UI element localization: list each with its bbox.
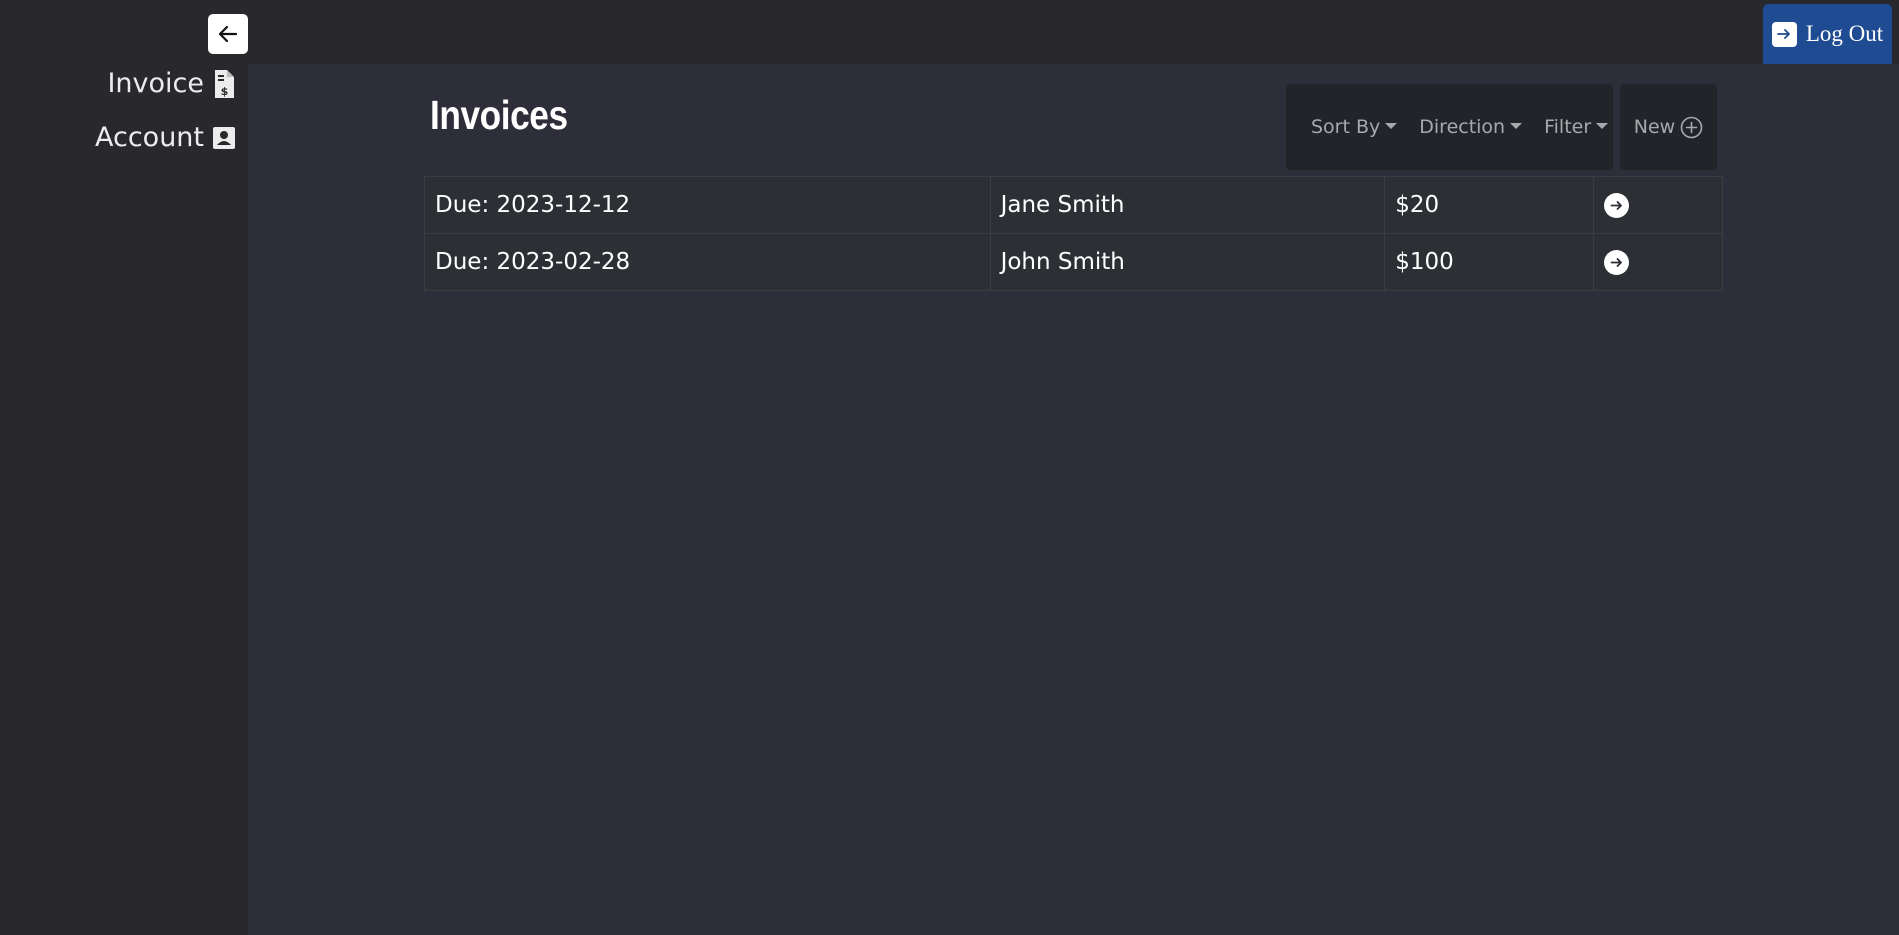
invoice-dollar-icon: $ bbox=[215, 69, 234, 98]
top-bar bbox=[0, 0, 1899, 64]
due-date-cell: Due: 2023-12-12 bbox=[424, 176, 991, 234]
action-cell bbox=[1593, 176, 1723, 234]
filter-dropdown[interactable]: Filter bbox=[1544, 116, 1609, 138]
direction-dropdown[interactable]: Direction bbox=[1419, 116, 1523, 138]
open-invoice-arrow-icon[interactable] bbox=[1604, 249, 1630, 275]
open-invoice-arrow-icon[interactable] bbox=[1604, 192, 1630, 218]
logout-button[interactable]: Log Out bbox=[1763, 4, 1892, 64]
amount-cell: $100 bbox=[1384, 233, 1595, 291]
due-date-cell: Due: 2023-02-28 bbox=[424, 233, 991, 291]
caret-down-icon bbox=[1596, 123, 1609, 129]
caret-down-icon bbox=[1510, 123, 1523, 129]
arrow-left-icon bbox=[218, 25, 238, 43]
customer-name-cell: Jane Smith bbox=[989, 176, 1386, 234]
sidebar bbox=[0, 64, 248, 935]
amount-cell: $20 bbox=[1384, 176, 1595, 234]
caret-down-icon bbox=[1385, 123, 1398, 129]
page-title: Invoices bbox=[430, 92, 568, 138]
sidebar-item-invoice[interactable]: Invoice $ bbox=[0, 68, 235, 99]
action-cell bbox=[1593, 233, 1723, 291]
sidebar-item-account[interactable]: Account bbox=[0, 122, 235, 153]
sidebar-item-label: Account bbox=[94, 122, 204, 153]
sort-by-label: Sort By bbox=[1311, 116, 1381, 138]
filter-label: Filter bbox=[1544, 116, 1592, 138]
sort-by-dropdown[interactable]: Sort By bbox=[1311, 116, 1398, 138]
invoice-table: Due: 2023-12-12 Jane Smith $20 Due: 2023… bbox=[424, 176, 1723, 291]
list-controls: Sort By Direction Filter bbox=[1286, 84, 1613, 170]
table-row: Due: 2023-02-28 John Smith $100 bbox=[424, 233, 1723, 291]
contact-card-icon bbox=[213, 126, 235, 149]
sidebar-item-label: Invoice bbox=[107, 68, 204, 99]
direction-label: Direction bbox=[1419, 116, 1506, 138]
logout-arrow-icon bbox=[1771, 21, 1797, 47]
logout-label: Log Out bbox=[1805, 21, 1884, 46]
customer-name-cell: John Smith bbox=[989, 233, 1386, 291]
collapse-sidebar-button[interactable] bbox=[208, 14, 248, 54]
svg-text:$: $ bbox=[221, 85, 229, 98]
table-row: Due: 2023-12-12 Jane Smith $20 bbox=[424, 176, 1723, 234]
new-label: New bbox=[1633, 116, 1676, 138]
new-invoice-button[interactable]: New bbox=[1620, 84, 1717, 170]
plus-circle-icon bbox=[1680, 116, 1703, 138]
